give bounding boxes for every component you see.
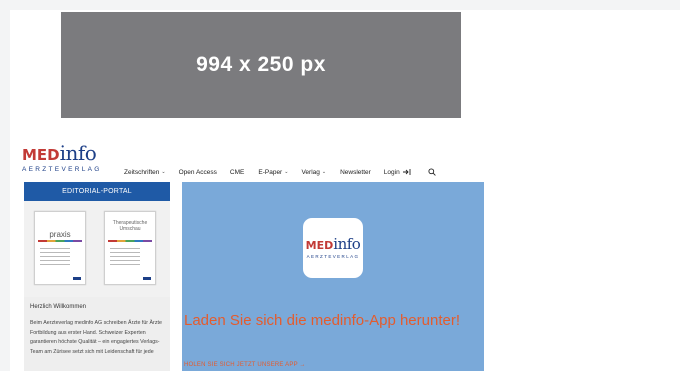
- nav-item-zeitschriften[interactable]: Zeitschriften ⌄: [124, 169, 166, 176]
- nav-search[interactable]: [428, 168, 436, 176]
- cover-stripe: [108, 240, 152, 242]
- login-icon: [402, 168, 411, 176]
- ad-banner-placeholder[interactable]: 994 x 250 px: [61, 12, 461, 118]
- nav-item-e-paper[interactable]: E-Paper ⌄: [258, 169, 288, 176]
- magazine-title: Therapeutische Umschau: [112, 220, 148, 232]
- welcome-text: Beim Aerzteverlag medinfo AG schreiben Ä…: [30, 320, 162, 355]
- page: 994 x 250 px MEDinfo AERZTEVERLAG Zeitsc…: [10, 10, 680, 371]
- cover-stripe: [38, 240, 82, 242]
- cover-text-lines: [110, 248, 140, 268]
- site-logo[interactable]: MEDinfo AERZTEVERLAG: [22, 143, 102, 173]
- chevron-down-icon: ⌄: [161, 169, 166, 175]
- cover-logo: [73, 277, 81, 280]
- magazine-cover-praxis[interactable]: praxis: [34, 211, 86, 285]
- magazine-covers: praxis Therapeutische Umschau: [24, 201, 170, 297]
- editorial-portal-header[interactable]: EDITORIAL-PORTAL: [24, 182, 170, 201]
- nav-item-newsletter[interactable]: Newsletter: [340, 169, 371, 176]
- app-promo-headline: Laden Sie sich die medinfo-App herunter!: [184, 312, 461, 329]
- ad-banner-label: 994 x 250 px: [196, 53, 326, 76]
- chevron-down-icon: ⌄: [284, 169, 289, 175]
- logo-subtitle: AERZTEVERLAG: [22, 166, 102, 173]
- nav-item-verlag[interactable]: Verlag ⌄: [301, 169, 326, 176]
- nav-item-cme[interactable]: CME: [230, 169, 244, 176]
- cover-logo: [143, 277, 151, 280]
- welcome-box: Herzlich Willkommen Beim Aerzteverlag me…: [24, 297, 170, 371]
- cover-text-lines: [40, 248, 70, 268]
- magazine-title: praxis: [49, 230, 71, 239]
- magazine-cover-therapeutische-umschau[interactable]: Therapeutische Umschau: [104, 211, 156, 285]
- welcome-heading: Herzlich Willkommen: [30, 304, 87, 310]
- chevron-down-icon: ⌄: [321, 169, 327, 175]
- app-download-link[interactable]: HOLEN SIE SICH JETZT UNSERE APP →: [184, 362, 306, 368]
- nav-item-login[interactable]: Login: [384, 168, 411, 176]
- logo-wordmark: MEDinfo: [22, 141, 97, 165]
- app-icon: MEDinfo AERZTEVERLAG: [303, 218, 363, 278]
- nav-item-open-access[interactable]: Open Access: [179, 169, 217, 176]
- app-promo-banner[interactable]: MEDinfo AERZTEVERLAG Laden Sie sich die …: [182, 182, 484, 371]
- search-icon: [428, 168, 436, 176]
- main-nav: Zeitschriften ⌄ Open Access CME E-Paper …: [124, 168, 436, 176]
